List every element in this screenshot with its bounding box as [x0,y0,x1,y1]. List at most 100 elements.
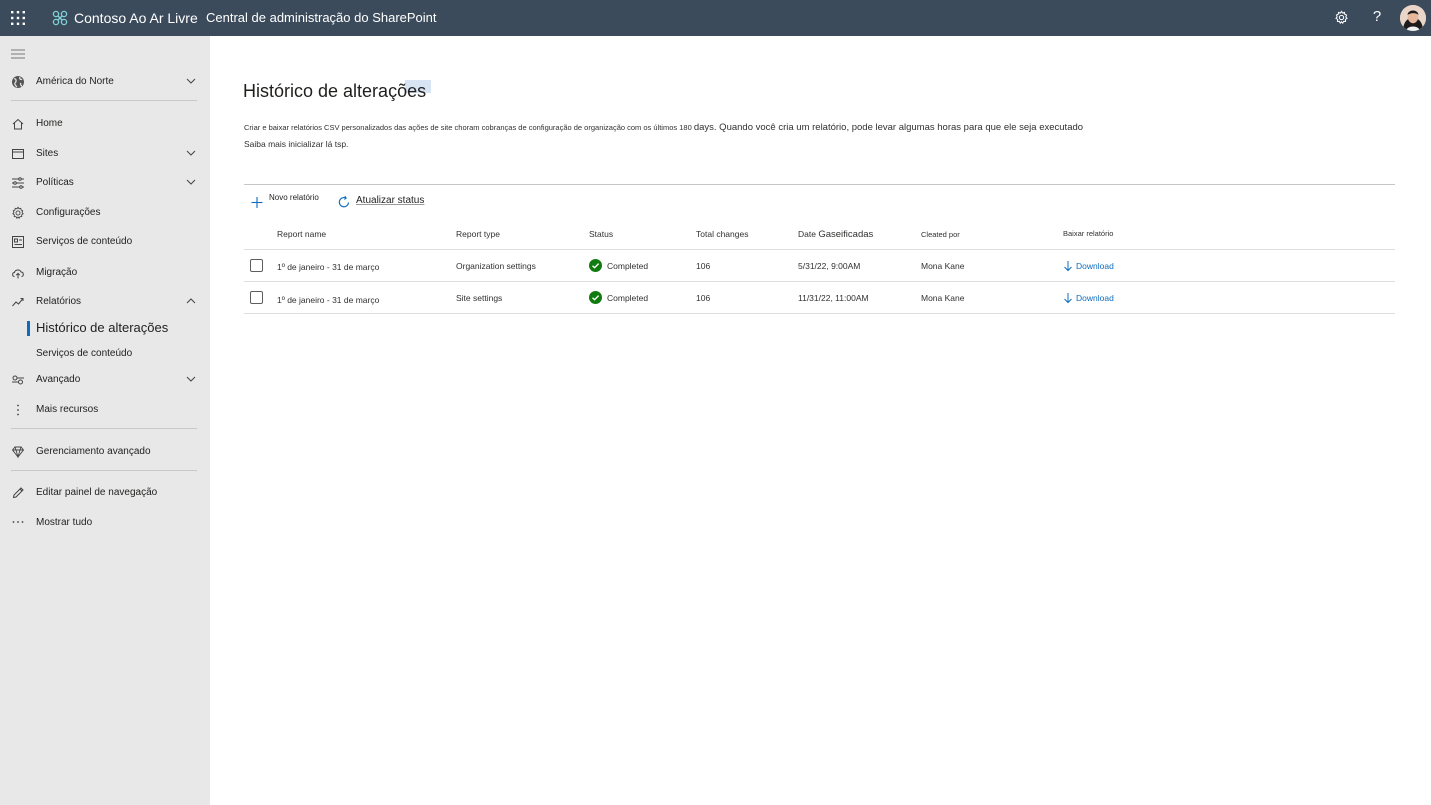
completed-check-icon [589,291,602,304]
nav-item-content-services[interactable]: Serviços de conteúdo [0,231,210,253]
column-header-report-type[interactable]: Report type [456,229,500,239]
column-header-report-name[interactable]: Report name [277,229,326,239]
globe-icon [11,75,25,89]
content-services-icon [11,235,25,249]
sites-icon [11,147,25,161]
learn-more-link[interactable]: Saiba mais inicializar lá tsp. [244,139,348,149]
column-header-date[interactable]: Date Gaseificadas [798,229,873,240]
new-report-button[interactable]: Novo relatório [250,193,330,211]
app-title[interactable]: Central de administração do SharePoint [206,10,437,25]
row-checkbox[interactable] [250,291,263,304]
contoso-logo-icon [52,10,68,26]
total-changes-cell: 106 [696,293,711,303]
nav-label: Sites [36,148,59,159]
nav-label: Avançado [36,374,81,385]
nav-label: Gerenciamento avançado [36,446,151,457]
total-changes-cell: 106 [696,261,711,271]
column-header-download[interactable]: Baixar relatório [1063,229,1113,238]
nav-label: Home [36,118,63,129]
download-arrow-icon [1063,260,1073,272]
nav-subitem-content-services[interactable]: Serviços de conteúdo [0,344,210,364]
column-header-created-by[interactable]: Cleated por [921,230,960,239]
edit-icon [11,486,25,500]
nav-item-reports[interactable]: Relatórios [0,291,210,313]
row-divider [244,281,1395,282]
download-arrow-icon [1063,292,1073,304]
nav-item-advanced[interactable]: Avançado [0,369,210,391]
refresh-status-button[interactable]: Atualizar status [337,193,427,211]
help-icon[interactable]: ? [1370,8,1384,25]
nav-item-edit-navigation[interactable]: Editar painel de navegação [0,482,210,504]
nav-divider [11,428,197,429]
advanced-icon [11,373,25,387]
nav-item-more-resources[interactable]: Mais recursos [0,399,210,421]
completed-check-icon [589,259,602,272]
nav-label: Migração [36,267,78,278]
nav-label: Relatórios [36,296,82,307]
nav-divider [11,100,197,101]
report-name-cell[interactable]: 1º de janeiro - 31 de março [277,295,379,305]
column-header-total-changes[interactable]: Total changes [696,229,748,239]
nav-label: Políticas [36,177,74,188]
org-name[interactable]: Contoso Ao Ar Livre [74,10,198,26]
nav-item-settings[interactable]: Configurações [0,202,210,224]
date-header-suffix: Gaseificadas [818,229,874,240]
status-cell: Completed [607,293,649,303]
created-by-cell: Mona Kane [921,261,965,271]
home-icon [11,117,25,131]
hamburger-icon[interactable] [11,46,25,59]
nav-label: Mais recursos [36,404,99,415]
avatar[interactable] [1400,5,1426,31]
nav-label: Serviços de conteúdo [36,236,133,247]
reports-icon [11,295,25,309]
description-days: days. [693,122,717,133]
active-indicator [27,321,30,336]
nav-item-migration[interactable]: Migração [0,262,210,284]
nav-label: Editar painel de navegação [36,487,158,498]
chevron-down-icon[interactable] [185,75,197,87]
description-text: Criar e baixar relatórios CSV personaliz… [244,123,694,132]
page-description: Criar e baixar relatórios CSV personaliz… [244,122,1083,133]
nav-item-home[interactable]: Home [0,113,210,135]
chevron-up-icon[interactable] [185,295,197,307]
nav-label: Configurações [36,207,101,218]
row-divider [244,313,1395,314]
report-type-cell: Organization settings [456,261,536,271]
new-report-label: Novo relatório [269,193,319,202]
refresh-icon [337,195,351,209]
nav-label: Histórico de alterações [36,320,169,335]
suite-bar: Contoso Ao Ar Livre Central de administr… [0,0,1431,36]
chevron-down-icon[interactable] [185,373,197,385]
nav-subitem-change-history[interactable]: Histórico de alterações [0,318,210,338]
refresh-status-label: Atualizar status [356,195,425,206]
nav-item-show-all[interactable]: Mostrar tudo [0,512,210,534]
region-label: América do Norte [36,76,114,87]
page-title: Histórico de alterações [243,81,427,101]
chevron-down-icon[interactable] [185,176,197,188]
report-type-cell: Site settings [456,293,503,303]
nav-label: Mostrar tudo [36,517,93,528]
nav-divider [11,470,197,471]
ellipsis-icon [11,516,25,530]
report-name-cell[interactable]: 1º de janeiro - 31 de março [277,262,379,272]
table-header-divider [244,249,1395,250]
nav-label: Serviços de conteúdo [36,348,133,359]
download-label: Download [1076,293,1114,303]
date-cell: 5/31/22, 9:00AM [798,261,861,271]
region-selector[interactable]: América do Norte [0,71,210,93]
nav-item-sites[interactable]: Sites [0,143,210,165]
nav-item-advanced-management[interactable]: Gerenciamento avançado [0,441,210,463]
status-cell: Completed [607,261,649,271]
nav-item-policies[interactable]: Políticas [0,172,210,194]
more-resources-icon [11,403,25,417]
date-header-prefix: Date [798,229,816,239]
created-by-cell: Mona Kane [921,293,965,303]
row-checkbox[interactable] [250,259,263,272]
diamond-icon [11,445,25,459]
app-launcher-icon[interactable] [11,11,25,25]
column-header-status[interactable]: Status [589,229,613,239]
gear-icon[interactable] [1334,10,1349,25]
chevron-down-icon[interactable] [185,147,197,159]
policies-icon [11,176,25,190]
plus-icon [250,195,264,209]
